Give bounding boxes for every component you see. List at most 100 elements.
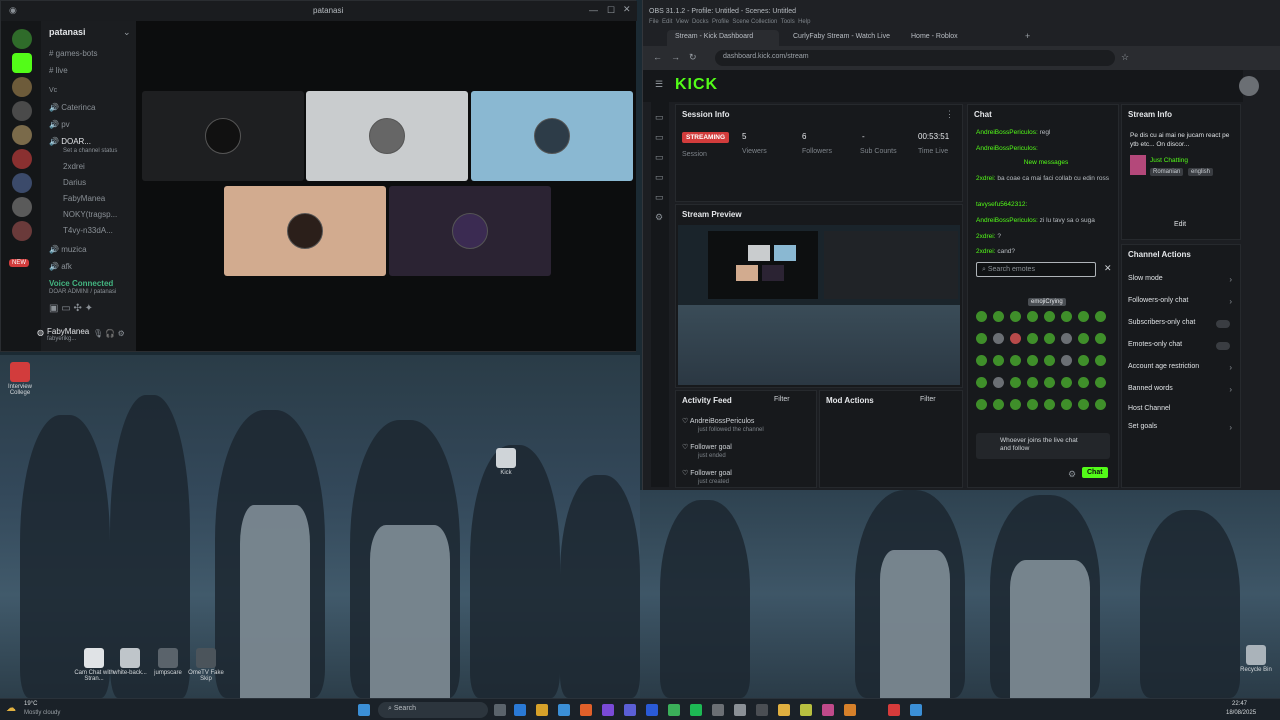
app-icon[interactable] [712, 704, 724, 716]
spotify-icon[interactable] [690, 704, 702, 716]
user-panel-avatar[interactable]: ◍ [37, 328, 44, 337]
app-icon[interactable] [668, 704, 680, 716]
voice-channel-path[interactable]: DOAR ADMINI / patanasi [49, 289, 116, 295]
subscribers-only-row[interactable]: Subscribers-only chat [1128, 319, 1195, 326]
app-icon[interactable] [888, 704, 900, 716]
desktop-icon-cam-chat[interactable]: Cam Chat with Stran... [74, 648, 114, 682]
subscribers-only-toggle[interactable] [1216, 320, 1230, 328]
voice-member[interactable]: 2xdrei [63, 162, 85, 171]
forward-icon[interactable]: → [671, 52, 680, 62]
set-goals-row[interactable]: Set goals [1128, 423, 1157, 430]
reload-icon[interactable]: ↻ [689, 52, 697, 63]
desktop-icon-ometv-fake-skip[interactable]: OmeTV Fake Skip [186, 648, 226, 682]
firefox-icon[interactable] [580, 704, 592, 716]
app-icon[interactable] [602, 704, 614, 716]
server-icon-kick[interactable] [12, 53, 32, 73]
emotes-only-toggle[interactable] [1216, 342, 1230, 350]
app-icon[interactable] [800, 704, 812, 716]
desktop-icon-jumpscare[interactable]: jumpscare [148, 648, 188, 676]
channel-games-bots[interactable]: # games-bots [49, 49, 97, 58]
gear-icon[interactable]: ⚙ [655, 212, 663, 223]
channel-caterinca[interactable]: 🔊 Caterinca [49, 103, 95, 112]
file-explorer-icon[interactable] [536, 704, 548, 716]
filter-button[interactable]: Filter [774, 396, 790, 403]
chevron-right-icon[interactable]: › [1229, 423, 1232, 432]
server-icon[interactable] [12, 77, 32, 97]
category-thumbnail[interactable] [1130, 155, 1146, 175]
rail-icon[interactable]: ▭ [655, 172, 664, 183]
app-icon[interactable] [646, 704, 658, 716]
app-icon[interactable] [822, 704, 834, 716]
activity-item[interactable]: ♡ Follower goal [682, 469, 732, 477]
address-bar[interactable]: dashboard.kick.com/stream [715, 50, 1115, 66]
chat-message[interactable]: AndreiBossPericulos: [976, 145, 1116, 153]
video-tile[interactable] [306, 91, 468, 181]
send-chat-button[interactable]: Chat [1082, 467, 1108, 478]
desktop-icon-kick[interactable]: Kick [486, 448, 526, 476]
rail-icon[interactable]: ▭ [655, 132, 664, 143]
channel-muzica[interactable]: 🔊 muzica [49, 245, 87, 254]
pinned-message[interactable]: Whoever joins the live chat and follow [976, 433, 1110, 459]
channel-pv[interactable]: 🔊 pv [49, 120, 70, 129]
discord-icon[interactable] [624, 704, 636, 716]
app-icon[interactable] [558, 704, 570, 716]
video-tile[interactable] [142, 91, 304, 181]
chat-message[interactable]: 2xdrei: ba coae ca mai faci collab cu ed… [976, 175, 1116, 183]
clock-date[interactable]: 18/08/2025 [1226, 710, 1256, 716]
desktop-icon-interview-college[interactable]: Interview College [0, 362, 40, 396]
server-icon[interactable] [12, 173, 32, 193]
category-name[interactable]: Just Chatting [1150, 157, 1188, 164]
search-emotes-input[interactable]: ⌕ Search emotes [976, 262, 1096, 277]
close-button[interactable]: ✕ [623, 4, 631, 15]
chat-message[interactable]: 2xdrei: ? [976, 233, 1116, 241]
video-tile[interactable] [471, 91, 633, 181]
section-vc[interactable]: Vc [49, 87, 57, 94]
chrome-icon[interactable] [778, 704, 790, 716]
server-icon[interactable] [12, 197, 32, 217]
chat-message[interactable]: 2xdrei: cand? [976, 248, 1116, 256]
host-channel-row[interactable]: Host Channel [1128, 405, 1170, 412]
gear-icon[interactable]: ⚙ [1068, 469, 1076, 480]
tab-roblox[interactable]: Home - Roblox [903, 30, 1015, 46]
start-icon[interactable] [358, 704, 370, 716]
voice-member[interactable]: T4vy-n33dA... [63, 226, 113, 235]
filter-button[interactable]: Filter [920, 396, 936, 403]
edge-icon[interactable] [514, 704, 526, 716]
banned-words-row[interactable]: Banned words [1128, 385, 1173, 392]
app-icon[interactable] [844, 704, 856, 716]
desktop-icon-white-back[interactable]: white-back... [110, 648, 150, 676]
chevron-right-icon[interactable]: › [1229, 275, 1232, 284]
channel-live[interactable]: # live [49, 66, 68, 75]
channel-afk[interactable]: 🔊 afk [49, 262, 72, 271]
chevron-right-icon[interactable]: › [1229, 385, 1232, 394]
server-icon[interactable] [12, 125, 32, 145]
voice-controls[interactable]: ▣ ▭ ✣ ✦ [49, 303, 93, 314]
channel-status[interactable]: Set a channel status [63, 148, 117, 154]
chat-message[interactable]: AndreiBossPericulos: regl [976, 129, 1116, 137]
minimize-button[interactable]: — [589, 5, 598, 15]
chevron-right-icon[interactable]: › [1229, 297, 1232, 306]
tab-kick-dashboard[interactable]: Stream - Kick Dashboard [667, 30, 779, 46]
chat-message[interactable]: AndreiBossPericulos: zi lu tavy sa o sug… [976, 217, 1116, 225]
video-tile[interactable] [224, 186, 386, 276]
voice-member[interactable]: NOKY(tragsp... [63, 210, 117, 219]
rail-icon[interactable]: ▭ [655, 192, 664, 203]
slow-mode-row[interactable]: Slow mode [1128, 275, 1163, 282]
app-icon[interactable] [734, 704, 746, 716]
chevron-down-icon[interactable]: ⌄ [123, 27, 131, 38]
new-tab-button[interactable]: + [1025, 31, 1030, 41]
mic-icon[interactable]: 🎙 🎧 ⚙ [93, 329, 125, 338]
followers-only-row[interactable]: Followers-only chat [1128, 297, 1188, 304]
server-icon[interactable] [12, 221, 32, 241]
back-icon[interactable]: ← [653, 52, 662, 62]
voice-member[interactable]: Darius [63, 178, 86, 187]
chat-message[interactable]: tavysefu5642312: [976, 201, 1116, 209]
server-icon[interactable] [12, 29, 32, 49]
maximize-button[interactable]: ☐ [607, 5, 615, 16]
clock-time[interactable]: 22:47 [1232, 701, 1247, 707]
channel-doar[interactable]: 🔊 DOAR... [49, 137, 91, 146]
emotes-only-row[interactable]: Emotes-only chat [1128, 341, 1182, 348]
chevron-right-icon[interactable]: › [1229, 363, 1232, 372]
bookmark-star-icon[interactable]: ☆ [1121, 52, 1129, 63]
account-age-row[interactable]: Account age restriction [1128, 363, 1199, 370]
